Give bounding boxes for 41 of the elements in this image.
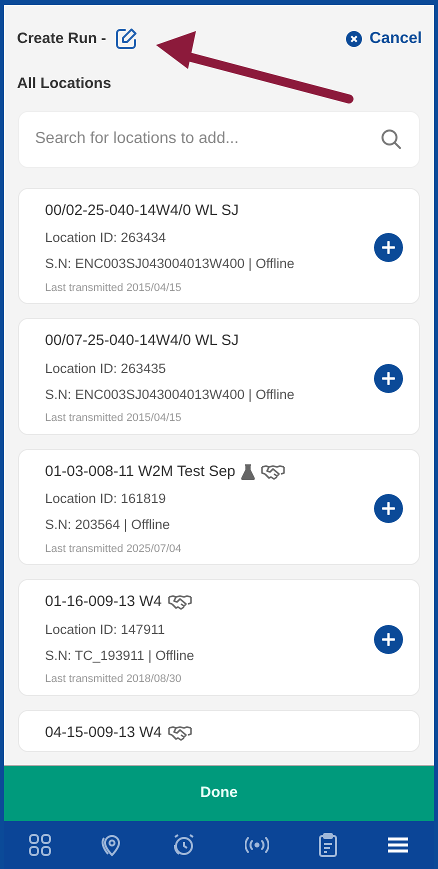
location-name: 04-15-009-13 W4 <box>45 722 162 742</box>
plus-icon <box>382 502 395 516</box>
search-field[interactable]: Search for locations to add... <box>18 110 420 168</box>
location-card[interactable]: 00/07-25-040-14W4/0 WL SJ Location ID: 263435 S.N: ENC003SJ043004013W400 | Offline Last transmitted 2015/04/15 <box>18 318 420 434</box>
location-name: 00/02-25-040-14W4/0 WL SJ <box>45 200 239 220</box>
page-title: Create Run - <box>17 28 106 49</box>
close-icon <box>346 31 362 47</box>
location-card[interactable]: 00/02-25-040-14W4/0 WL SJ Location ID: 263434 S.N: ENC003SJ043004013W400 | Offline Last transmitted 2015/04/15 <box>18 188 420 304</box>
cancel-button[interactable]: Cancel <box>346 27 422 51</box>
location-id: Location ID: 147911 <box>45 620 166 638</box>
last-transmitted: Last transmitted 2015/04/15 <box>45 280 182 296</box>
plus-icon <box>382 241 395 254</box>
last-transmitted: Last transmitted 2018/08/30 <box>45 672 182 687</box>
flask-icon <box>241 464 256 480</box>
location-name: 01-16-009-13 W4 <box>45 592 162 612</box>
add-button[interactable] <box>374 494 403 524</box>
serial-number: S.N: ENC003SJ043004013W400 | Offline <box>45 255 296 274</box>
add-button[interactable] <box>374 364 403 393</box>
add-button[interactable] <box>374 233 403 262</box>
location-name: 01-03-008-11 W2M Test Sep <box>45 462 236 482</box>
edit-icon[interactable] <box>114 27 138 51</box>
serial-number: S.N: ENC003SJ043004013W400 | Offline <box>45 386 296 404</box>
section-title: All Locations <box>17 74 112 94</box>
plus-icon <box>382 372 395 385</box>
handshake-icon <box>168 724 192 741</box>
location-card[interactable]: 01-16-009-13 W4 Location ID: 147911 S.N: TC_193911 | Offline Last transmitted 2018/08/30 <box>18 579 420 696</box>
add-button[interactable] <box>374 624 403 654</box>
search-icon[interactable] <box>380 128 402 150</box>
last-transmitted: Last transmitted 2015/04/15 <box>45 411 182 426</box>
location-id: Location ID: 161819 <box>45 490 167 508</box>
serial-number: S.N: 203564 | Offline <box>45 516 171 534</box>
location-card[interactable]: 04-15-009-13 W4 <box>18 710 420 752</box>
location-name: 00/07-25-040-14W4/0 WL SJ <box>45 331 239 351</box>
plus-icon <box>382 632 395 646</box>
last-transmitted: Last transmitted 2025/07/04 <box>45 542 182 556</box>
serial-number: S.N: TC_193911 | Offline <box>45 646 196 665</box>
location-id: Location ID: 263434 <box>45 229 167 247</box>
location-card[interactable]: 01-03-008-11 W2M Test Sep Location ID: 161819 S.N: 203564 | Offline Last transmitted 2025/07/04 <box>18 448 420 565</box>
handshake-icon <box>168 594 192 610</box>
handshake-icon <box>261 464 286 480</box>
location-id: Location ID: 263435 <box>45 360 167 378</box>
